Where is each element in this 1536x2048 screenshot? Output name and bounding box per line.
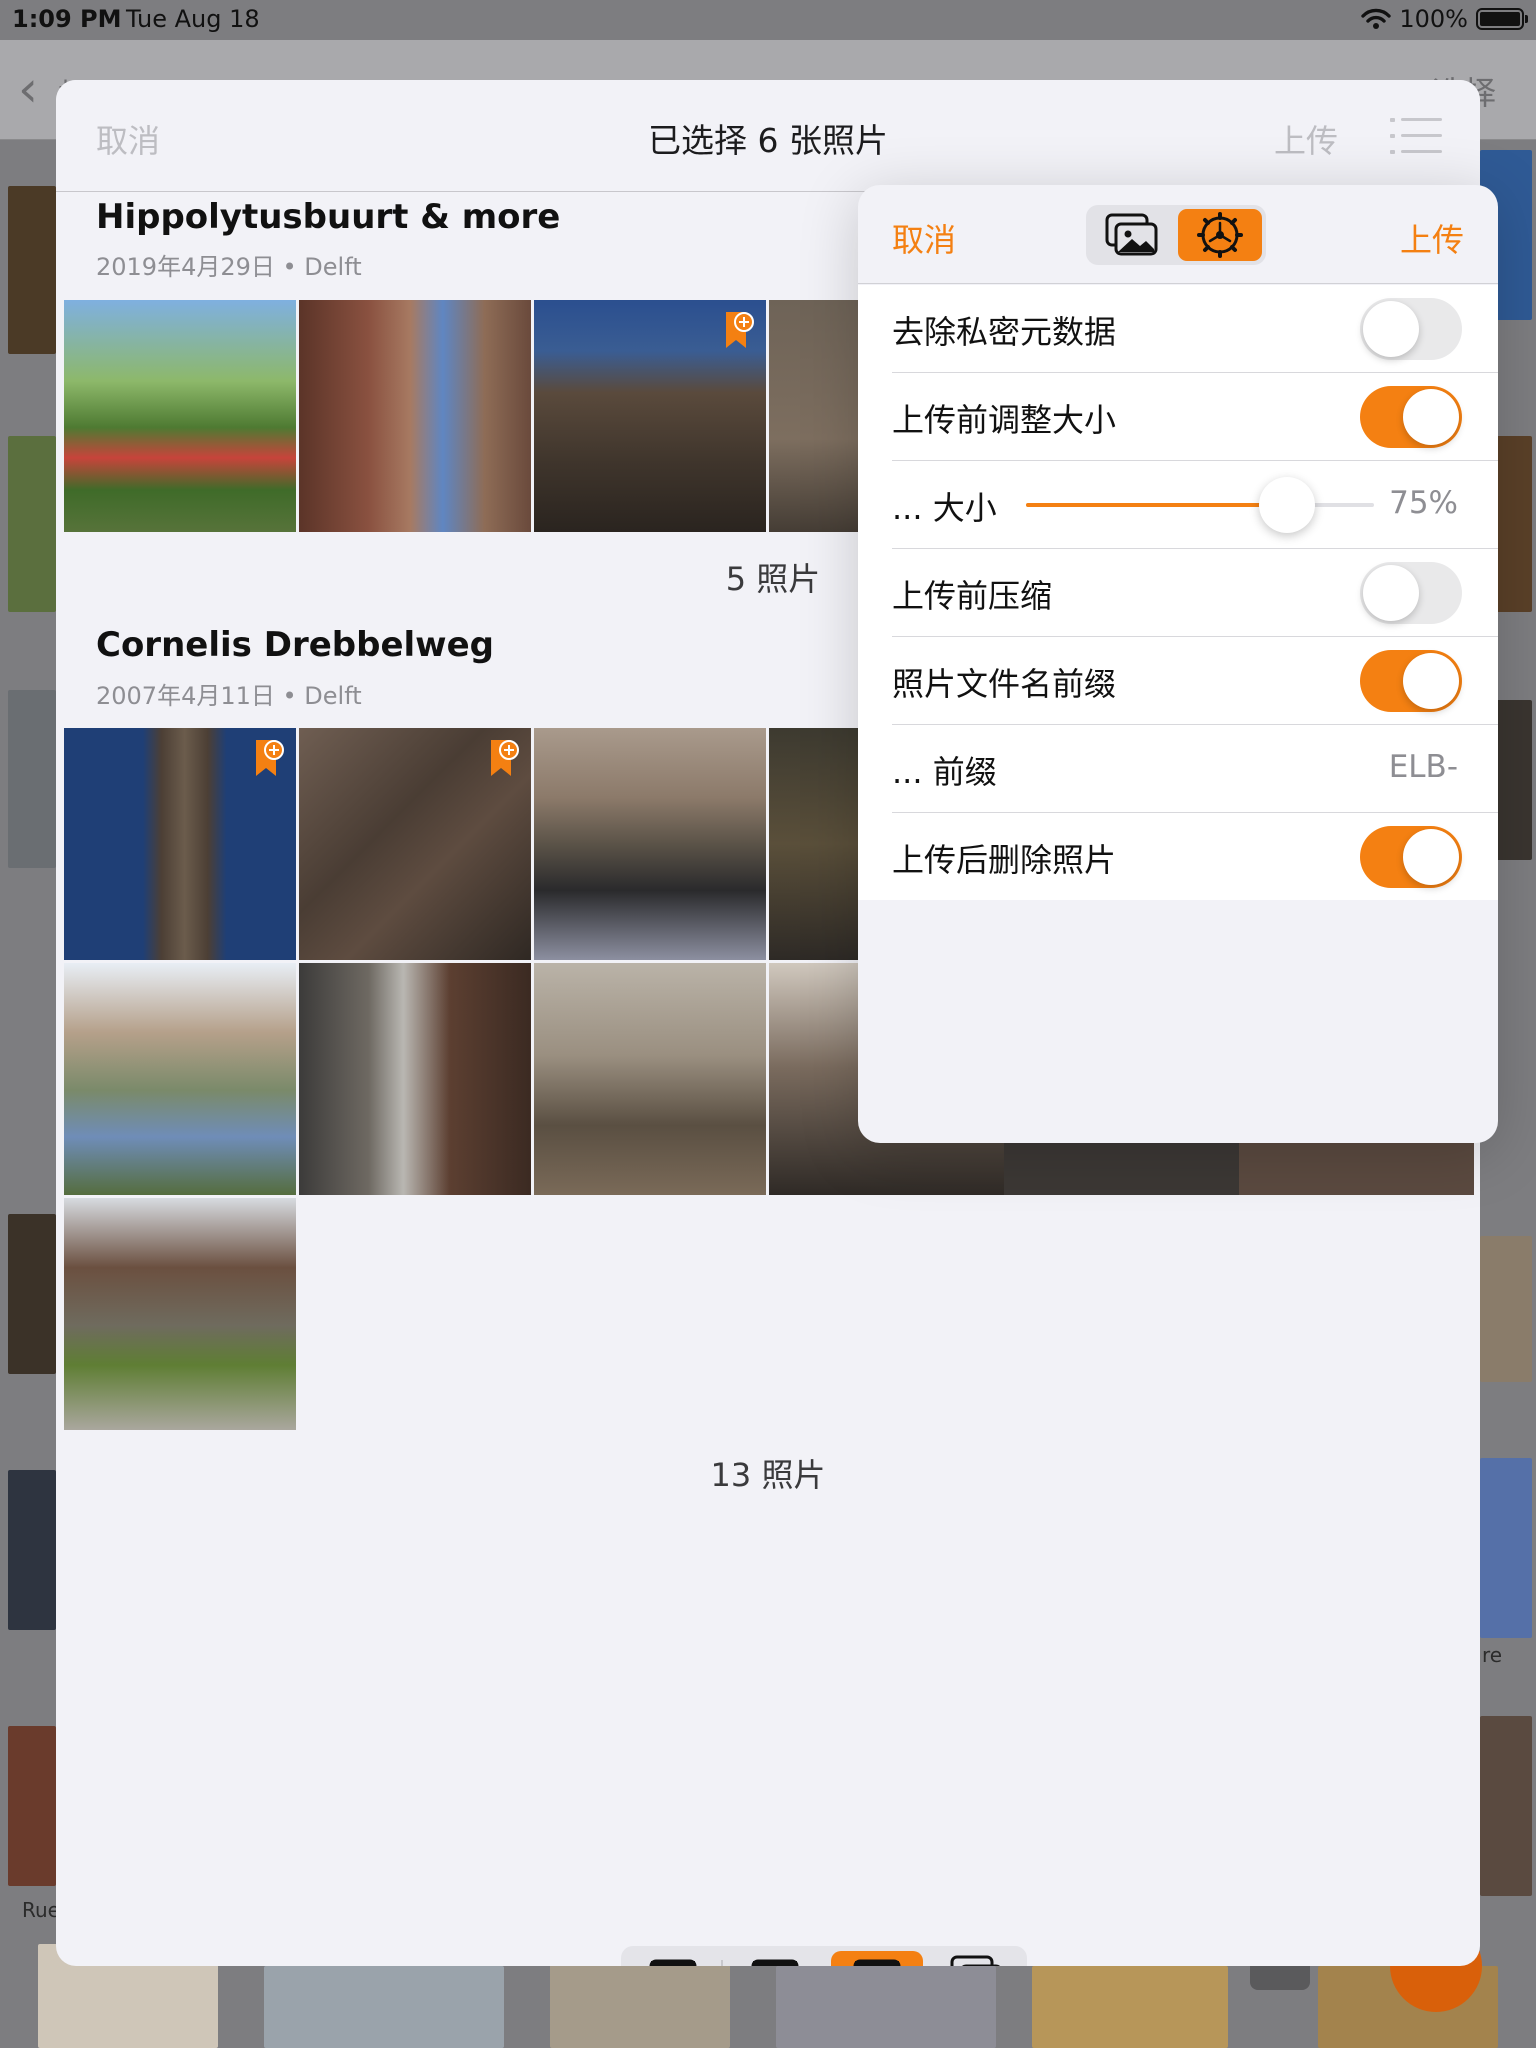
popover-segmented-control	[1086, 205, 1266, 265]
photo-thumbnail[interactable]	[64, 1198, 296, 1430]
status-time: 1:09 PM	[12, 5, 122, 33]
bookmark-add-icon	[256, 740, 284, 776]
sheet-upload-button[interactable]: 上传	[1274, 116, 1338, 162]
background-thumb	[8, 436, 56, 612]
section-title: Hippolytusbuurt & more	[96, 197, 561, 237]
photo-thumbnail[interactable]	[1004, 1140, 1239, 1195]
photo-thumbnail[interactable]	[64, 300, 296, 532]
battery-percent: 100%	[1399, 5, 1468, 33]
settings-gear-icon	[1197, 212, 1243, 258]
popover-header: 取消 上传	[858, 185, 1498, 284]
compress-toggle[interactable]	[1360, 562, 1462, 624]
sheet-title: 已选择 6 张照片	[648, 121, 888, 160]
section-subtitle: 2019年4月29日 • Delft	[96, 253, 362, 281]
divider	[721, 1960, 723, 1966]
upload-settings-popover: 取消 上传 去除私密元数据 上传前调整大小 ... 大小 75% 上传前压缩 照…	[858, 185, 1498, 1143]
popover-upload-button[interactable]: 上传	[1400, 215, 1464, 261]
background-thumb	[264, 1966, 504, 2048]
delete-after-upload-toggle[interactable]	[1360, 826, 1462, 888]
photos-icon	[1105, 213, 1158, 256]
background-thumb	[1480, 1236, 1532, 1382]
settings-tab[interactable]	[1178, 209, 1262, 261]
row-delete-after-upload: 上传后删除照片	[892, 813, 1498, 901]
photo-thumbnail[interactable]	[534, 963, 766, 1195]
photo-thumbnail[interactable]	[1239, 1140, 1474, 1195]
day-view-button[interactable]: 23	[831, 1951, 923, 1966]
background-thumb	[1480, 1458, 1532, 1638]
row-size: ... 大小 75%	[892, 461, 1498, 549]
filename-prefix-toggle[interactable]	[1360, 650, 1462, 712]
photos-view-button[interactable]	[931, 1951, 1023, 1966]
photo-thumbnail[interactable]	[534, 728, 766, 960]
view-mode-bar: 23	[621, 1946, 1027, 1966]
row-compress-before-upload: 上传前压缩	[892, 549, 1498, 637]
calendar-day-icon	[853, 1959, 901, 1966]
photo-thumbnail[interactable]	[64, 963, 296, 1195]
photo-thumbnail[interactable]	[769, 300, 859, 532]
section-title: Cornelis Drebbelweg	[96, 625, 494, 665]
size-slider[interactable]	[1026, 477, 1374, 533]
row-filename-prefix: 照片文件名前缀	[892, 637, 1498, 725]
background-thumb	[8, 1214, 56, 1374]
photos-icon	[950, 1955, 1001, 1966]
list-icon[interactable]	[1390, 116, 1442, 156]
row-label: ... 前缀	[892, 753, 997, 791]
slider-fill	[1026, 503, 1287, 507]
prefix-value[interactable]: ELB-	[1389, 749, 1458, 785]
calendar-year-icon	[649, 1959, 697, 1966]
size-value: 75%	[1389, 485, 1458, 521]
background-caption: Rue	[22, 1898, 60, 1922]
background-caption: re	[1482, 1643, 1503, 1667]
background-thumb	[8, 1726, 56, 1886]
section-subtitle: 2007年4月11日 • Delft	[96, 682, 362, 710]
photo-thumbnail[interactable]	[299, 728, 531, 960]
background-thumb	[776, 1966, 996, 2048]
calendar-month-icon	[751, 1959, 799, 1966]
back-chevron-icon: ‹	[18, 60, 38, 118]
photos-tab[interactable]	[1090, 209, 1174, 261]
background-thumb	[1480, 1716, 1532, 1896]
year-view-button[interactable]	[627, 1951, 719, 1966]
photo-thumbnail[interactable]	[534, 300, 766, 532]
photo-thumbnail[interactable]	[64, 728, 296, 960]
photo-thumbnail[interactable]	[299, 300, 531, 532]
row-strip-metadata: 去除私密元数据	[892, 285, 1498, 373]
photo-thumbnail[interactable]	[299, 963, 531, 1195]
strip-metadata-toggle[interactable]	[1360, 298, 1462, 360]
row-label: ... 大小	[892, 489, 997, 527]
battery-icon	[1476, 8, 1528, 30]
bookmark-add-icon	[491, 740, 519, 776]
row-label: 上传后删除照片	[892, 841, 1117, 879]
row-resize-before-upload: 上传前调整大小	[892, 373, 1498, 461]
status-right: 100%	[1361, 5, 1528, 33]
status-date: Tue Aug 18	[126, 5, 260, 33]
photo-thumbnail[interactable]	[769, 728, 859, 960]
slider-knob[interactable]	[1259, 477, 1315, 533]
bookmark-add-icon	[726, 312, 754, 348]
resize-toggle[interactable]	[1360, 386, 1462, 448]
wifi-icon	[1361, 8, 1392, 29]
row-label: 照片文件名前缀	[892, 665, 1117, 703]
settings-list: 去除私密元数据 上传前调整大小 ... 大小 75% 上传前压缩 照片文件名前缀…	[858, 285, 1498, 900]
row-prefix: ... 前缀 ELB-	[892, 725, 1498, 813]
background-thumb	[550, 1964, 730, 2048]
background-thumb	[8, 690, 56, 868]
row-label: 上传前压缩	[892, 577, 1053, 615]
month-view-button[interactable]	[729, 1951, 821, 1966]
popover-cancel-button[interactable]: 取消	[892, 215, 956, 261]
sheet-header: 取消 已选择 6 张照片 上传	[56, 80, 1480, 192]
background-thumb	[8, 186, 56, 354]
background-thumb	[8, 1470, 56, 1630]
row-label: 上传前调整大小	[892, 401, 1117, 439]
section-photo-count: 13 照片	[710, 1456, 826, 1494]
status-bar: 1:09 PM Tue Aug 18 100%	[0, 0, 1536, 40]
background-thumb	[1032, 1966, 1228, 2048]
row-label: 去除私密元数据	[892, 313, 1117, 351]
